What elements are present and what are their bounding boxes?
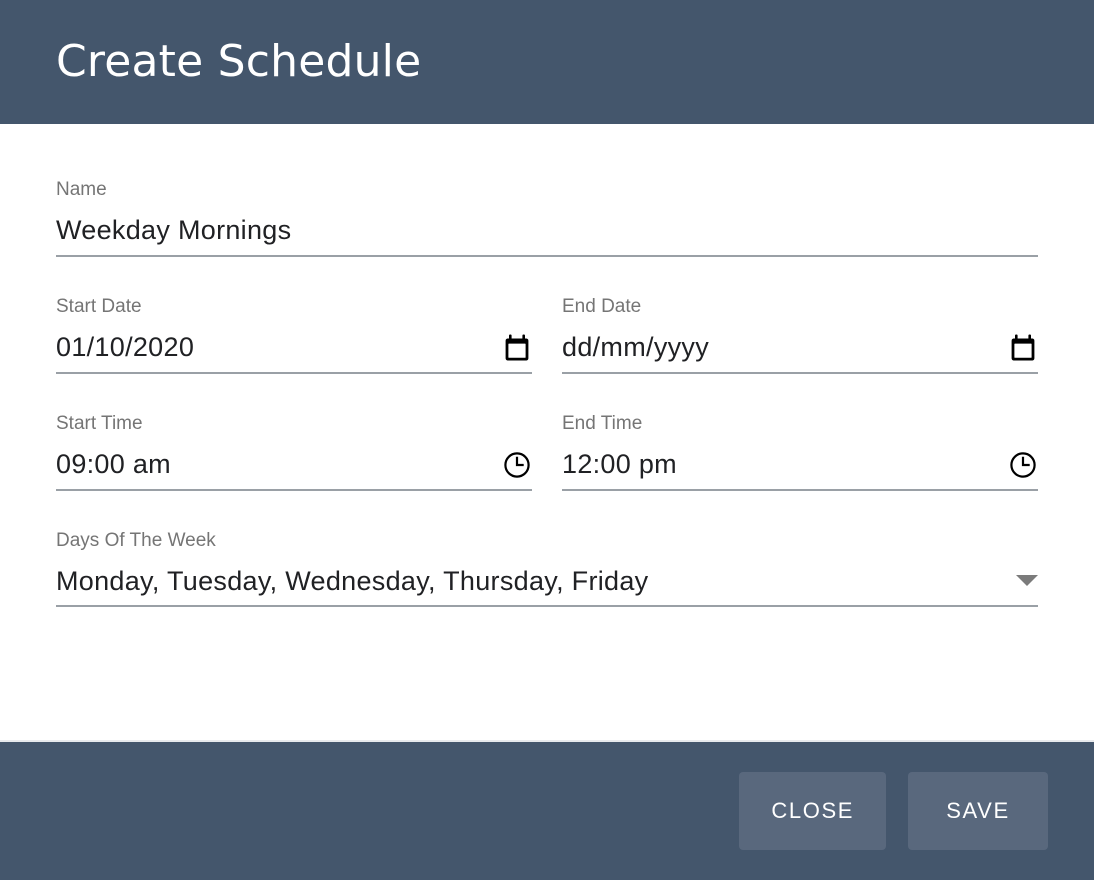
- dialog-title: Create Schedule: [56, 36, 422, 87]
- dialog-body: Name Weekday Mornings Start Date 01/10/2…: [0, 124, 1094, 742]
- end-date-field[interactable]: End Date dd/mm/yyyy: [562, 297, 1038, 374]
- start-time-control[interactable]: 09:00 am: [56, 450, 532, 491]
- name-input[interactable]: Weekday Mornings: [56, 216, 1038, 246]
- create-schedule-dialog: Create Schedule Name Weekday Mornings St…: [0, 0, 1094, 880]
- name-control[interactable]: Weekday Mornings: [56, 216, 1038, 257]
- days-of-week-field[interactable]: Days Of The Week Monday, Tuesday, Wednes…: [56, 531, 1038, 608]
- end-date-input[interactable]: dd/mm/yyyy: [562, 333, 998, 363]
- clock-icon[interactable]: [502, 450, 532, 480]
- days-of-week-label: Days Of The Week: [56, 529, 216, 551]
- end-time-label: End Time: [562, 412, 643, 434]
- calendar-icon[interactable]: [502, 333, 532, 363]
- save-button[interactable]: SAVE: [908, 772, 1048, 850]
- days-row: Days Of The Week Monday, Tuesday, Wednes…: [56, 531, 1038, 608]
- name-label: Name: [56, 179, 107, 200]
- start-date-control[interactable]: 01/10/2020: [56, 333, 532, 374]
- end-time-field[interactable]: End Time 12:00 pm: [562, 414, 1038, 491]
- dialog-header: Create Schedule: [0, 0, 1094, 124]
- time-row: Start Time 09:00 am End Time 12:00 pm: [56, 414, 1038, 491]
- chevron-down-icon[interactable]: [1016, 575, 1038, 587]
- start-time-label: Start Time: [56, 412, 143, 434]
- name-row: Name Weekday Mornings: [56, 180, 1038, 257]
- end-time-input[interactable]: 12:00 pm: [562, 450, 998, 480]
- days-of-week-control[interactable]: Monday, Tuesday, Wednesday, Thursday, Fr…: [56, 567, 1038, 608]
- start-time-field[interactable]: Start Time 09:00 am: [56, 414, 532, 491]
- clock-icon[interactable]: [1008, 450, 1038, 480]
- calendar-icon[interactable]: [1008, 333, 1038, 363]
- end-date-label: End Date: [562, 295, 642, 317]
- start-time-input[interactable]: 09:00 am: [56, 450, 492, 480]
- start-date-field[interactable]: Start Date 01/10/2020: [56, 297, 532, 374]
- start-date-input[interactable]: 01/10/2020: [56, 333, 492, 363]
- dialog-footer: CLOSE SAVE: [0, 742, 1094, 880]
- end-date-control[interactable]: dd/mm/yyyy: [562, 333, 1038, 374]
- end-time-control[interactable]: 12:00 pm: [562, 450, 1038, 491]
- date-row: Start Date 01/10/2020 End Date dd/mm/yyy…: [56, 297, 1038, 374]
- start-date-label: Start Date: [56, 295, 142, 317]
- close-button[interactable]: CLOSE: [739, 772, 886, 850]
- days-of-week-select-value[interactable]: Monday, Tuesday, Wednesday, Thursday, Fr…: [56, 567, 1004, 597]
- name-field[interactable]: Name Weekday Mornings: [56, 180, 1038, 257]
